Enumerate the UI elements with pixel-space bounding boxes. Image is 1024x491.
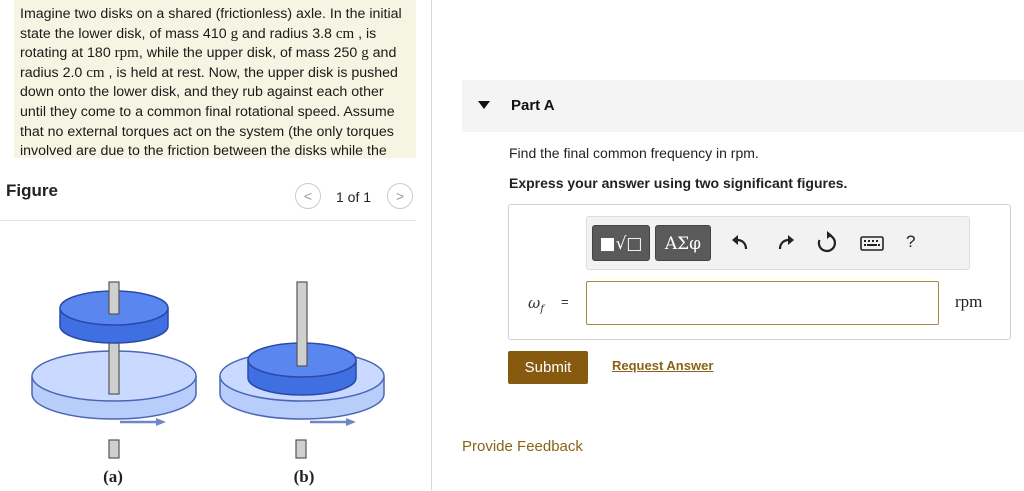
figure-a-label: (a) [103, 467, 123, 486]
axle-top-a [108, 281, 120, 315]
greek-symbols-button[interactable]: ΑΣφ [655, 225, 711, 261]
figure-a: (a) [31, 281, 197, 486]
equals-sign: = [561, 294, 569, 309]
reset-icon[interactable] [814, 230, 840, 256]
question-text: Find the final common frequency in rpm. [509, 145, 759, 161]
collapse-triangle-icon[interactable] [478, 101, 490, 109]
problem-text: Imagine two disks on a shared (frictionl… [20, 6, 402, 158]
answer-unit: rpm [955, 292, 983, 311]
provide-feedback-link[interactable]: Provide Feedback [462, 438, 583, 455]
column-divider [431, 0, 432, 491]
next-figure-button[interactable]: > [387, 183, 413, 209]
figure-b-label: (b) [294, 467, 315, 486]
figure-b: (b) [219, 281, 385, 486]
request-answer-link[interactable]: Request Answer [612, 358, 713, 373]
part-a-label: Part A [511, 97, 555, 114]
disks-figure: (a) (b) [31, 281, 385, 486]
axle-bottom-a [108, 439, 120, 459]
axle-top-b [296, 281, 308, 367]
axle-bottom-b [295, 439, 307, 459]
help-button[interactable]: ? [906, 232, 915, 252]
redo-icon[interactable] [772, 230, 798, 256]
keyboard-icon[interactable] [858, 230, 886, 256]
figure-pager: 1 of 1 [336, 189, 372, 205]
answer-variable: ωf [528, 294, 544, 315]
previous-figure-button[interactable]: < [295, 183, 321, 209]
answer-instruction: Express your answer using two significan… [509, 175, 848, 191]
undo-icon[interactable] [728, 230, 754, 256]
answer-input[interactable] [586, 281, 939, 325]
axle-mid-a [108, 337, 120, 395]
problem-statement: Imagine two disks on a shared (frictionl… [14, 0, 416, 158]
submit-button[interactable]: Submit [508, 351, 588, 384]
figure-title: Figure [6, 181, 58, 200]
figure-divider [0, 220, 416, 221]
templates-button[interactable]: ■√□ [592, 225, 650, 261]
